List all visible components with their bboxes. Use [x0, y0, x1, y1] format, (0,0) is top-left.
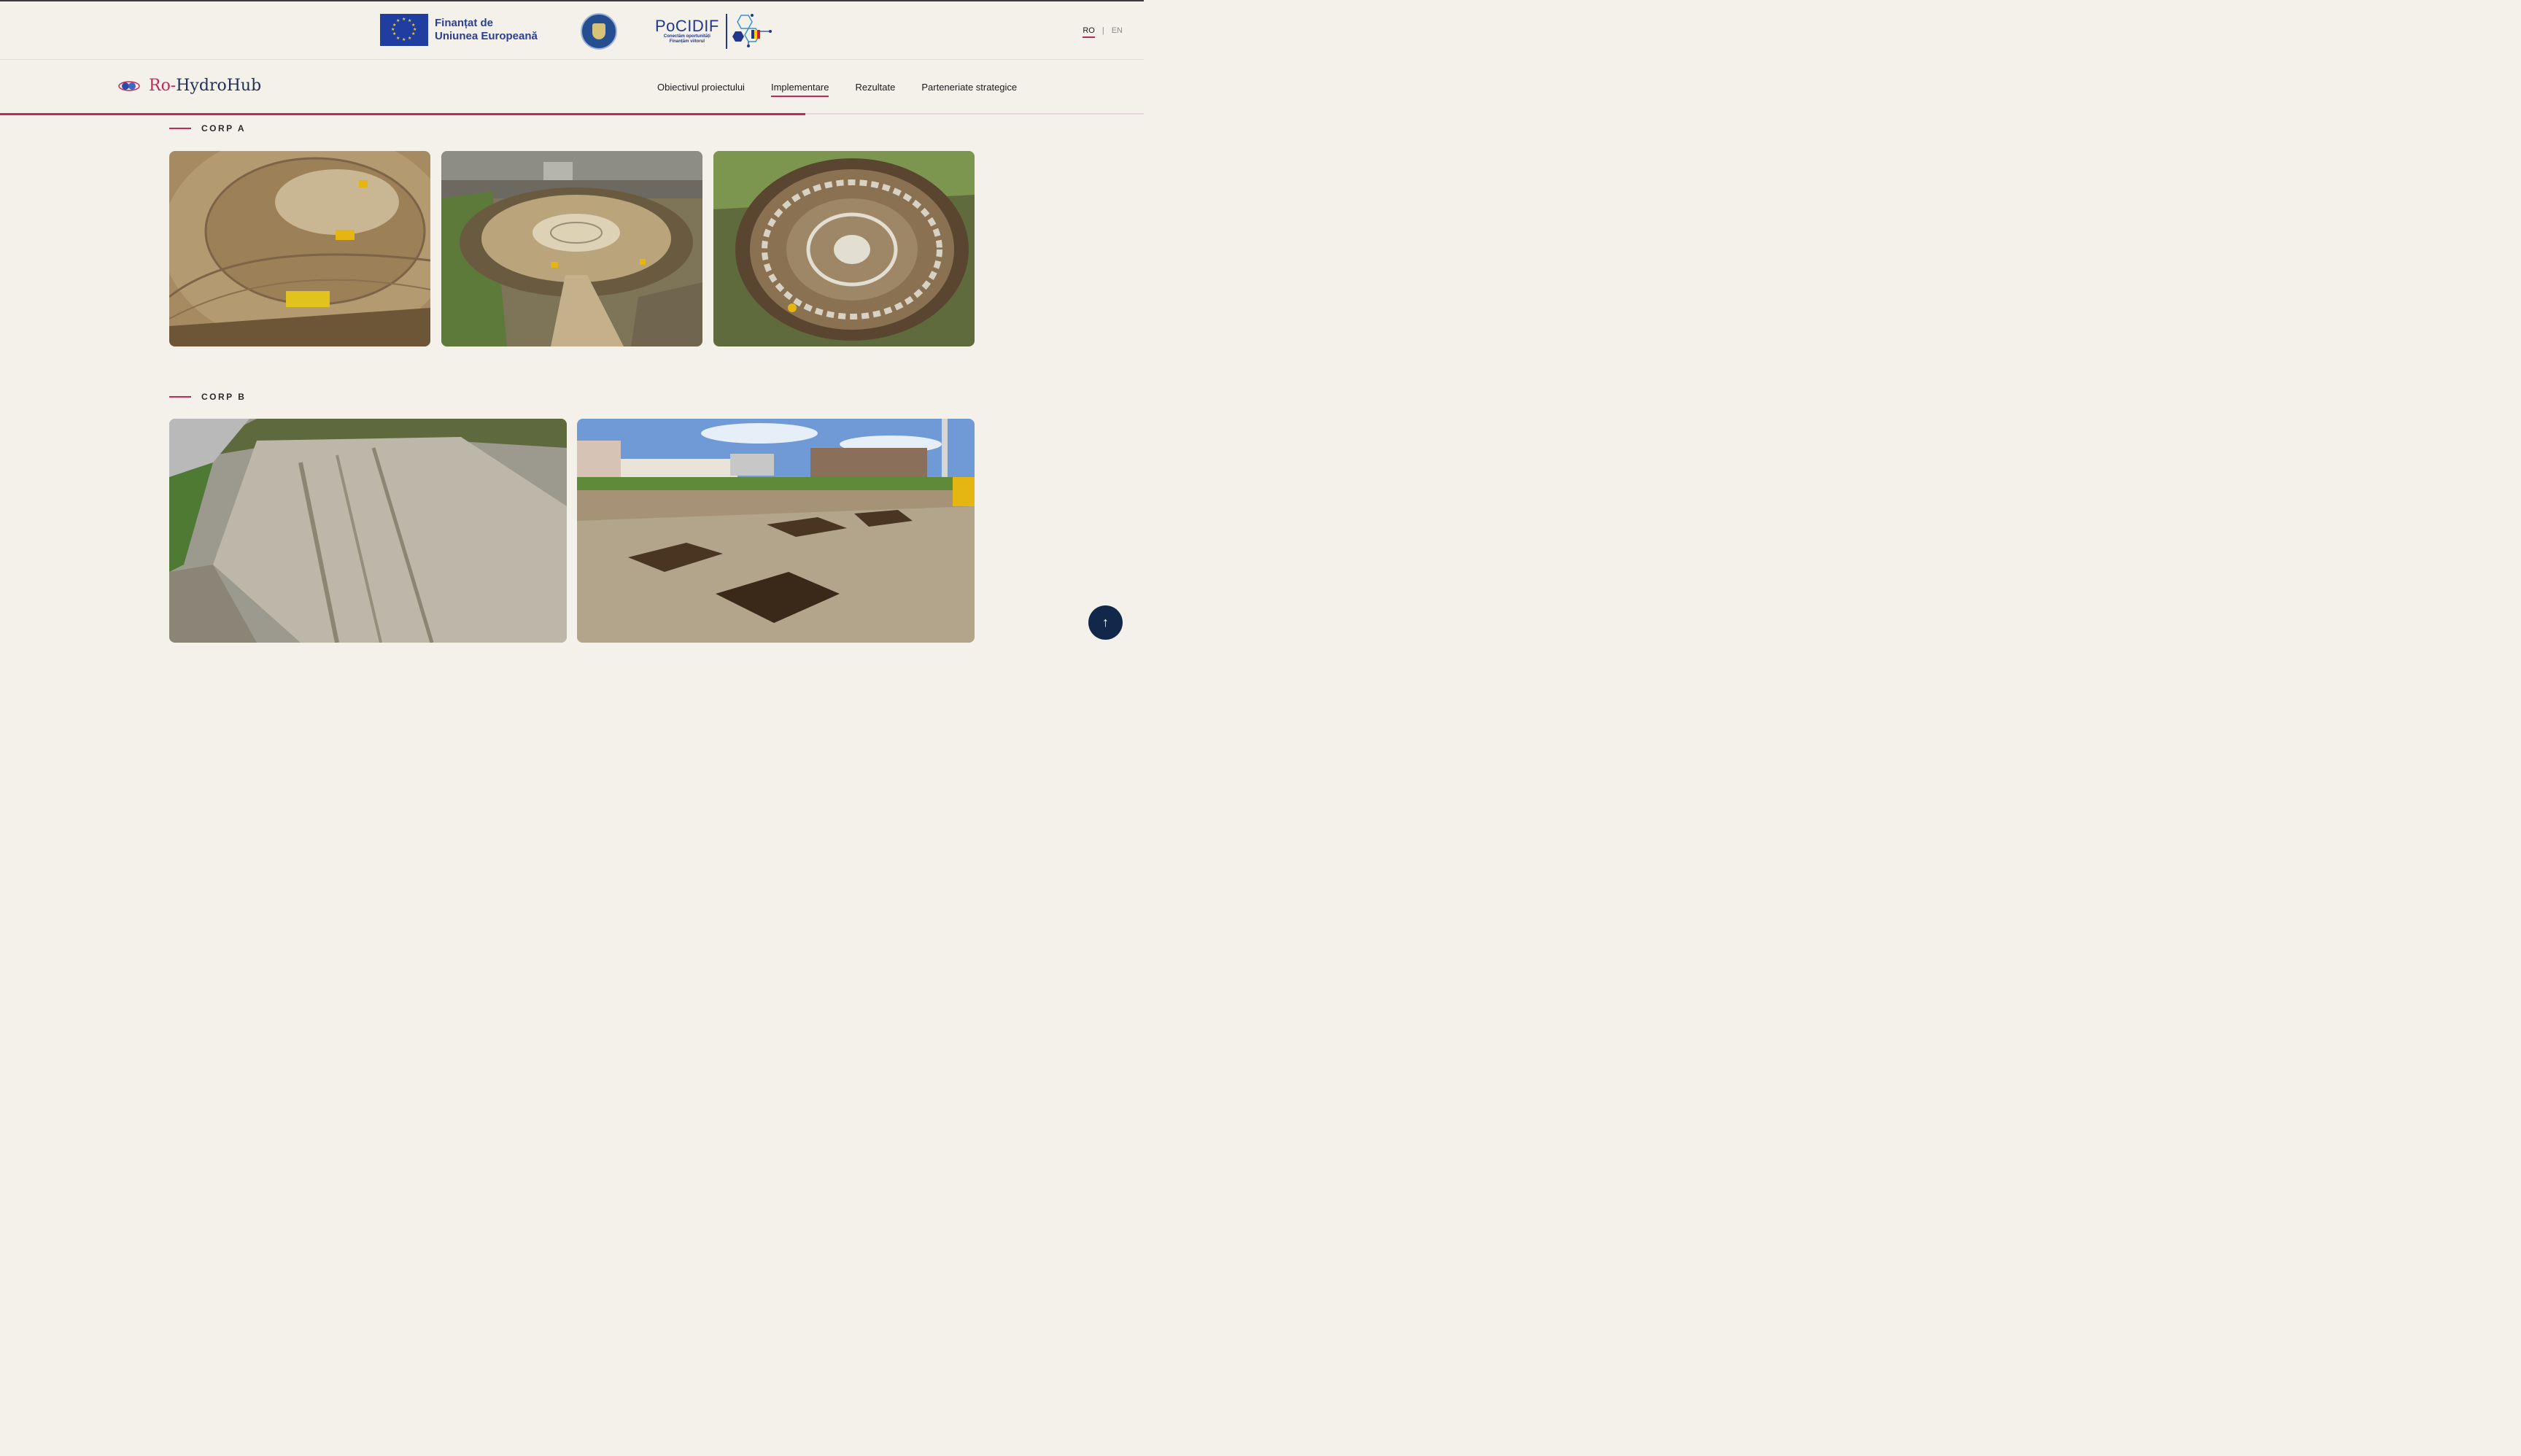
section-heading-corp-b: CORP B — [169, 392, 246, 402]
brand-logo[interactable]: Ro-HydroHub — [118, 77, 261, 95]
eu-text-line1: Finanțat de — [435, 17, 494, 29]
nav-implementation[interactable]: Implementare — [770, 82, 829, 97]
section-title-corp-a: CORP A — [201, 123, 247, 133]
heading-accent-line — [169, 128, 191, 129]
heading-accent-line — [169, 396, 191, 398]
pocidif-tagline-2: Finanțăm viitorul — [669, 39, 705, 44]
funding-bar: ★ ★ ★ ★ ★ ★ ★ ★ ★ ★ ★ ★ Finanțat de Uniunea Euro… — [0, 1, 1144, 60]
section-title-corp-b: CORP B — [201, 392, 247, 402]
corp-a-photo-1[interactable] — [169, 151, 430, 346]
lang-en-link[interactable]: EN — [1112, 26, 1123, 38]
brand-name: HydroHub — [176, 77, 262, 95]
brand-prefix: Ro- — [149, 77, 177, 95]
pocidif-name: PoCIDIF — [655, 17, 719, 35]
coat-of-arms-icon — [592, 23, 605, 39]
main-header: Ro-HydroHub Obiectivul proiectului Imple… — [0, 60, 1144, 114]
nav-objective[interactable]: Obiectivul proiectului — [657, 82, 745, 97]
nav-results[interactable]: Rezultate — [855, 82, 895, 97]
main-nav: Obiectivul proiectului Implementare Rezu… — [657, 82, 1017, 97]
eu-flag-icon: ★ ★ ★ ★ ★ ★ ★ ★ ★ ★ ★ ★ — [380, 14, 428, 46]
lang-ro-link[interactable]: RO — [1083, 26, 1095, 38]
lang-separator: | — [1101, 26, 1104, 35]
eu-funding-logo: ★ ★ ★ ★ ★ ★ ★ ★ ★ ★ ★ ★ Finanțat de Uniunea Euro… — [380, 14, 538, 46]
arrow-up-icon: ↑ — [1102, 615, 1109, 630]
scroll-progress-bar — [0, 113, 1144, 115]
corp-a-photo-2[interactable] — [441, 151, 702, 346]
corp-b-photo-2[interactable] — [577, 419, 975, 643]
corp-a-photo-3[interactable] — [713, 151, 975, 346]
hydrogen-logo-icon — [118, 80, 140, 93]
back-to-top-button[interactable]: ↑ — [1088, 605, 1123, 640]
pocidif-tagline-1: Conectăm oportunități — [663, 34, 710, 39]
nav-partnerships[interactable]: Parteneriate strategice — [921, 82, 1017, 97]
scroll-progress-fill — [0, 113, 805, 115]
language-switcher: RO | EN — [1083, 26, 1123, 38]
molecule-icon — [725, 12, 772, 50]
corp-b-photo-1[interactable] — [169, 419, 567, 643]
romanian-government-seal — [581, 13, 617, 50]
eu-text-line2: Uniunea Europeană — [435, 30, 538, 42]
pocidif-logo: PoCIDIF Conectăm oportunități Finanțăm v… — [655, 12, 772, 50]
section-heading-corp-a: CORP A — [169, 123, 246, 133]
